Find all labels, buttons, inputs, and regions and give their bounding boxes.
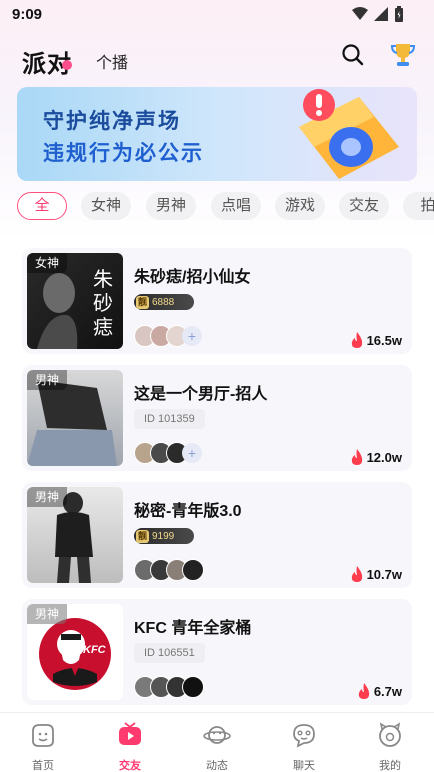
chip-games[interactable]: 游戏 — [275, 192, 325, 220]
room-title: 这是一个男厅-招人 — [134, 386, 268, 403]
status-icons — [352, 6, 404, 22]
battery-icon — [395, 6, 403, 22]
nav-home-label: 首页 — [32, 760, 54, 772]
chip-all[interactable]: 全部 — [17, 192, 67, 220]
chip-male-god[interactable]: 男神 — [146, 192, 196, 220]
megaphone-illustration — [299, 89, 399, 179]
room-heat: 12.0w — [350, 449, 402, 465]
nav-dating-label: 交友 — [119, 760, 141, 772]
add-member-icon[interactable]: + — [182, 326, 202, 346]
room-thumbnail: 男神 — [27, 487, 123, 583]
room-tag: 男神 — [27, 370, 68, 390]
room-card[interactable]: 男神 这是一个男厅-招人 ID 101359 + 12.0w — [22, 365, 412, 471]
home-face-icon — [32, 724, 54, 747]
signal-icon — [374, 7, 388, 21]
room-heat: 10.7w — [350, 566, 402, 582]
header: 派对 个播 — [0, 38, 434, 80]
room-thumbnail: KFC 男神 — [27, 604, 123, 700]
add-member-icon[interactable]: + — [182, 443, 202, 463]
room-heat: 6.7w — [357, 683, 402, 699]
chip-song-request[interactable]: 点唱 — [211, 192, 261, 220]
level-badge: 靓 6888 — [134, 294, 194, 310]
room-thumbnail: 男神 — [27, 370, 123, 466]
room-id-badge: ID 106551 — [134, 643, 205, 663]
banner-line-1: 守护纯净声场 — [43, 110, 181, 133]
flame-icon — [351, 449, 362, 465]
room-title: 秘密-青年版3.0 — [134, 503, 242, 520]
room-card[interactable]: 朱砂痣 女神 朱砂痣/招小仙女 靓 6888 + 16.5w — [22, 248, 412, 354]
profile-face-icon — [379, 722, 401, 747]
avatar — [182, 559, 204, 581]
level-number: 9199 — [152, 530, 175, 542]
nav-dating[interactable]: 交友 — [100, 721, 160, 772]
flame-icon — [351, 332, 362, 348]
room-id-badge: ID 101359 — [134, 409, 205, 429]
room-cover-title: 朱砂痣 — [93, 267, 113, 339]
level-icon: 靓 — [136, 295, 149, 309]
status-time: 9:09 — [12, 6, 43, 23]
room-title: KFC 青年全家桶 — [134, 620, 252, 637]
heat-value: 6.7w — [373, 683, 402, 699]
nav-chat[interactable]: 聊天 — [274, 721, 334, 772]
nav-profile-label: 我的 — [379, 760, 401, 772]
nav-home[interactable]: 首页 — [13, 721, 73, 772]
brand-decor-dot — [62, 60, 72, 70]
kfc-logo-text: KFC — [83, 644, 106, 656]
status-bar: 9:09 — [0, 0, 434, 30]
trophy-icon[interactable] — [389, 40, 417, 68]
flame-icon — [358, 683, 369, 699]
flame-icon — [351, 566, 362, 582]
level-icon: 靓 — [136, 529, 149, 543]
room-thumbnail: 朱砂痣 女神 — [27, 253, 123, 349]
bottom-nav: 首页 交友 动态 聊天 我的 — [0, 712, 434, 772]
chip-auction[interactable]: 拍 — [403, 192, 434, 220]
nav-moments[interactable]: 动态 — [187, 721, 247, 772]
announcement-banner[interactable]: 守护纯净声场 违规行为必公示 — [17, 87, 417, 181]
level-badge: 靓 9199 — [134, 528, 194, 544]
heat-value: 16.5w — [366, 332, 402, 348]
heat-value: 12.0w — [366, 449, 402, 465]
wifi-icon — [352, 7, 368, 20]
nav-moments-label: 动态 — [206, 760, 228, 772]
room-tag: 男神 — [27, 604, 68, 624]
search-icon[interactable] — [340, 42, 366, 68]
chip-goddess[interactable]: 女神 — [81, 192, 131, 220]
heat-value: 10.7w — [366, 566, 402, 582]
nav-chat-label: 聊天 — [293, 760, 315, 772]
tv-play-icon — [119, 722, 141, 745]
chat-face-icon — [293, 724, 315, 748]
category-chips: 全部 女神 男神 点唱 游戏 交友 拍 — [17, 192, 434, 222]
level-number: 6888 — [152, 296, 175, 308]
room-tag: 男神 — [27, 487, 68, 507]
chip-dating[interactable]: 交友 — [339, 192, 389, 220]
room-card[interactable]: 男神 秘密-青年版3.0 靓 9199 10.7w — [22, 482, 412, 588]
room-tag: 女神 — [27, 253, 68, 273]
room-card[interactable]: KFC 男神 KFC 青年全家桶 ID 106551 6.7w — [22, 599, 412, 705]
room-heat: 16.5w — [350, 332, 402, 348]
room-title: 朱砂痣/招小仙女 — [134, 269, 251, 286]
nav-profile[interactable]: 我的 — [360, 721, 420, 772]
avatar — [182, 676, 204, 698]
banner-line-2: 违规行为必公示 — [43, 142, 204, 165]
planet-icon — [203, 726, 231, 744]
tab-single-stream[interactable]: 个播 — [96, 49, 128, 73]
